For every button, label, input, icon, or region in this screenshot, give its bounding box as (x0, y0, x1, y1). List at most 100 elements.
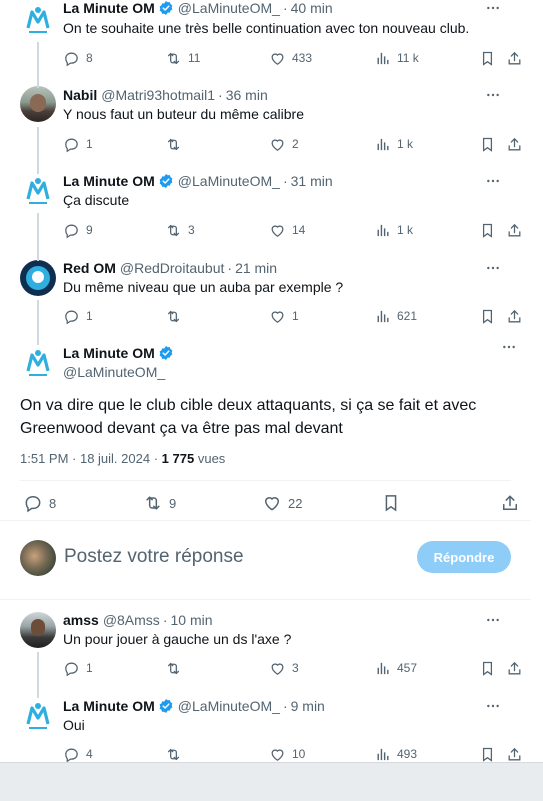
bookmark-button[interactable] (381, 492, 401, 514)
retweet-button[interactable] (165, 134, 188, 154)
timestamp[interactable]: 36 min (226, 87, 268, 103)
avatar-om-logo[interactable] (20, 345, 56, 381)
views-button[interactable]: 1 k (374, 220, 413, 240)
bookmark-button[interactable] (479, 220, 496, 240)
reply-button[interactable]: 8 (23, 492, 56, 514)
views-count: 11 k (397, 51, 419, 65)
author-name[interactable]: Red OM (63, 260, 116, 276)
like-button[interactable]: 14 (269, 220, 305, 240)
reply-button[interactable]: 1 (63, 306, 93, 326)
like-button[interactable]: 1 (269, 306, 299, 326)
retweet-count: 11 (188, 51, 201, 65)
bookmark-button[interactable] (479, 306, 496, 326)
avatar-photo[interactable] (20, 612, 56, 648)
author-handle[interactable]: @LaMinuteOM_ (63, 364, 165, 380)
share-button[interactable] (506, 48, 523, 68)
tweet-header: Red OM @RedDroitaubut · 21 min (63, 258, 515, 278)
share-button[interactable] (506, 306, 523, 326)
timestamp[interactable]: 40 min (291, 0, 333, 16)
like-count: 3 (292, 661, 299, 675)
like-button[interactable]: 3 (269, 658, 299, 678)
timestamp[interactable]: 9 min (291, 698, 325, 714)
more-icon[interactable] (501, 339, 517, 355)
like-button[interactable]: 2 (269, 134, 299, 154)
more-icon[interactable] (485, 612, 501, 628)
avatar-om-round[interactable] (20, 260, 56, 296)
reply-button[interactable]: 4 (63, 744, 93, 762)
retweet-button[interactable] (165, 306, 188, 326)
like-count: 433 (292, 51, 313, 65)
share-button[interactable] (506, 220, 523, 240)
views-count: 621 (397, 309, 418, 323)
views-button[interactable]: 1 k (374, 134, 413, 154)
share-button[interactable] (500, 492, 520, 514)
tweet[interactable]: La Minute OM @LaMinuteOM_ · 31 min Ça di… (0, 171, 531, 258)
more-icon[interactable] (485, 0, 501, 16)
author-handle[interactable]: @Matri93hotmail1 (101, 87, 215, 103)
bookmark-button[interactable] (479, 658, 496, 678)
avatar-om-logo[interactable] (20, 173, 56, 209)
author-handle[interactable]: @8Amss (103, 612, 160, 628)
author-name[interactable]: amss (63, 612, 99, 628)
author-handle[interactable]: @LaMinuteOM_ (178, 0, 280, 16)
reply-count: 9 (86, 223, 93, 237)
share-button[interactable] (506, 658, 523, 678)
bookmark-button[interactable] (479, 134, 496, 154)
author-name[interactable]: Nabil (63, 87, 97, 103)
avatar[interactable] (20, 540, 56, 576)
retweet-button[interactable]: 3 (165, 220, 195, 240)
author-handle[interactable]: @LaMinuteOM_ (178, 698, 280, 714)
bookmark-button[interactable] (479, 744, 496, 762)
tweet[interactable]: La Minute OM @LaMinuteOM_ · 40 min On te… (0, 0, 531, 85)
views-button[interactable]: 621 (374, 306, 417, 326)
views-button[interactable]: 457 (374, 658, 417, 678)
avatar-photo[interactable] (20, 86, 56, 122)
views-button[interactable]: 11 k (374, 48, 419, 68)
author-name[interactable]: La Minute OM (63, 173, 155, 189)
reply-submit-button[interactable]: Répondre (417, 541, 511, 573)
retweet-button[interactable] (165, 744, 188, 762)
like-count: 22 (288, 495, 303, 511)
more-icon[interactable] (485, 173, 501, 189)
timestamp[interactable]: 10 min (170, 612, 212, 628)
reply-input[interactable]: Postez votre réponse (64, 546, 244, 568)
retweet-button[interactable]: 11 (165, 48, 200, 68)
retweet-button[interactable] (165, 658, 188, 678)
retweet-button[interactable]: 9 (143, 492, 176, 514)
retweet-icon (165, 50, 182, 67)
more-icon[interactable] (485, 87, 501, 103)
like-icon (269, 222, 286, 239)
timestamp[interactable]: 21 min (235, 260, 277, 276)
more-icon[interactable] (485, 260, 501, 276)
scrollbar[interactable] (531, 0, 543, 762)
tweet[interactable]: amss @8Amss · 10 min Un pour jouer à gau… (0, 610, 531, 696)
reply-button[interactable]: 9 (63, 220, 93, 240)
author-name[interactable]: La Minute OM (63, 698, 155, 714)
bookmark-icon (479, 746, 496, 763)
reply-button[interactable]: 1 (63, 134, 93, 154)
avatar-om-logo[interactable] (20, 2, 56, 38)
main-tweet: La Minute OM @LaMinuteOM_ On va dire que… (0, 344, 531, 534)
author-handle[interactable]: @LaMinuteOM_ (178, 173, 280, 189)
tweet[interactable]: La Minute OM @LaMinuteOM_ · 9 min Oui 4 … (0, 696, 531, 762)
tweet[interactable]: Red OM @RedDroitaubut · 21 min Du même n… (0, 258, 531, 344)
author-name[interactable]: La Minute OM (63, 345, 155, 361)
reply-button[interactable]: 8 (63, 48, 93, 68)
share-button[interactable] (506, 134, 523, 154)
timestamp[interactable]: 31 min (291, 173, 333, 189)
retweet-icon (165, 136, 182, 153)
bookmark-button[interactable] (479, 48, 496, 68)
author-handle[interactable]: @RedDroitaubut (120, 260, 225, 276)
avatar-om-logo[interactable] (20, 698, 56, 734)
author-name[interactable]: La Minute OM (63, 0, 155, 16)
timestamp[interactable]: 1:51 PM · 18 juil. 2024 (20, 451, 150, 466)
views-icon (374, 308, 391, 325)
like-button[interactable]: 433 (269, 48, 312, 68)
views-button[interactable]: 493 (374, 744, 417, 762)
like-button[interactable]: 10 (269, 744, 305, 762)
reply-button[interactable]: 1 (63, 658, 93, 678)
share-button[interactable] (506, 744, 523, 762)
like-button[interactable]: 22 (262, 492, 302, 514)
tweet[interactable]: Nabil @Matri93hotmail1 · 36 min Y nous f… (0, 85, 531, 171)
more-icon[interactable] (485, 698, 501, 714)
